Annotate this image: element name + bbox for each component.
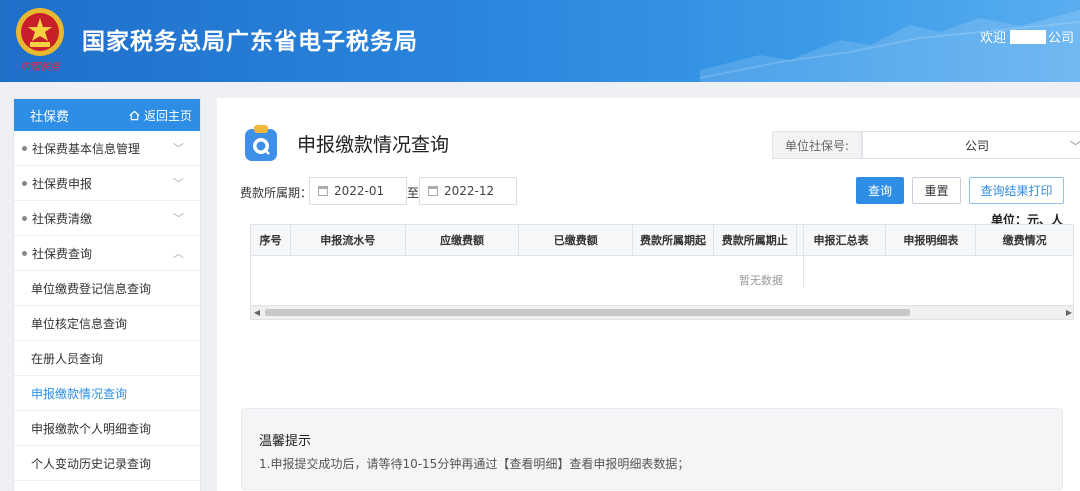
date-from-value: 2022-01 (334, 184, 385, 198)
emblem-caption: 中国税务 (20, 62, 60, 73)
sidebar-subitem[interactable]: 申报缴款个人明细查询 (14, 411, 200, 446)
print-results-button[interactable]: 查询结果打印 (969, 177, 1064, 204)
column-header[interactable]: 费款所属期止 (714, 225, 797, 255)
main-panel: 申报缴款情况查询 单位社保号: 公司 ﹀ 费款所属期： 2022-01 至 20… (217, 98, 1080, 491)
top-header: 中国税务 国家税务总局广东省电子税务局 欢迎 公司 (0, 0, 1080, 82)
sidebar-item-basic-info[interactable]: 社保费基本信息管理 ﹀ (14, 131, 200, 166)
to-label: 至 (407, 186, 420, 200)
sidebar-subitem-active[interactable]: 申报缴款情况查询 (14, 376, 200, 411)
column-header[interactable]: 缴费情况 (976, 225, 1073, 255)
query-page-icon (245, 125, 277, 161)
sidebar-item-label: 社保费清缴 (32, 211, 93, 226)
query-button[interactable]: 查询 (856, 177, 904, 204)
page-title: 申报缴款情况查询 (297, 134, 450, 156)
calendar-icon (428, 186, 438, 196)
column-header[interactable]: 序号 (251, 225, 291, 255)
sidebar-item-label: 社保费查询 (32, 246, 93, 261)
bullet-icon (22, 215, 27, 221)
sidebar-item-label: 社保费基本信息管理 (32, 141, 141, 156)
sidebar-subitem[interactable]: 单位缴费登记信息查询 (14, 271, 200, 306)
sidebar-subitem[interactable]: 单位核定信息查询 (14, 306, 200, 341)
fixed-column-divider (803, 225, 804, 287)
sidebar-item-query[interactable]: 社保费查询 ︿ (14, 236, 200, 271)
horizontal-scrollbar[interactable]: ◀ ▶ (251, 305, 1073, 319)
date-to-value: 2022-12 (444, 184, 495, 198)
sidebar-subitem[interactable]: 在册人员查询 (14, 341, 200, 376)
chevron-down-icon: ﹀ (173, 177, 184, 190)
date-from-input[interactable]: 2022-01 (309, 177, 407, 205)
welcome-company: 公司 (1047, 31, 1074, 46)
date-to-input[interactable]: 2022-12 (419, 177, 517, 205)
welcome-prefix: 欢迎 (979, 31, 1006, 46)
scroll-right-icon[interactable]: ▶ (1063, 306, 1073, 319)
column-header[interactable]: 费款所属期起 (633, 225, 714, 255)
bullet-icon (22, 180, 27, 186)
chevron-down-icon: ﹀ (173, 212, 184, 225)
bullet-icon (22, 250, 27, 256)
sidebar-item-payment[interactable]: 社保费清缴 ﹀ (14, 201, 200, 236)
chevron-up-icon: ︿ (173, 247, 184, 260)
chevron-down-icon: ﹀ (173, 142, 184, 155)
sidebar-header: 社保费 返回主页 (14, 99, 200, 131)
scroll-left-icon[interactable]: ◀ (251, 306, 263, 319)
home-link[interactable]: 返回主页 (129, 107, 192, 124)
calendar-icon (318, 186, 328, 196)
tips-panel: 温馨提示 1.申报提交成功后，请等待10-15分钟再通过【查看明细】查看申报明细… (241, 408, 1063, 490)
unit-select-value: 公司 (964, 138, 989, 153)
home-label: 返回主页 (143, 108, 192, 123)
column-header[interactable]: 申报流水号 (291, 225, 406, 255)
table-body: 暂无数据 (251, 256, 1073, 304)
welcome-user[interactable]: 欢迎 公司 (980, 27, 1074, 46)
reset-button[interactable]: 重置 (912, 177, 961, 204)
unit-number-select[interactable]: 公司 ﹀ (862, 131, 1080, 159)
sidebar-title: 社保费 (30, 109, 70, 125)
scroll-thumb[interactable] (265, 309, 910, 316)
column-header[interactable]: 已缴费额 (519, 225, 634, 255)
tips-text: 1.申报提交成功后，请等待10-15分钟再通过【查看明细】查看申报明细表数据； (259, 457, 690, 471)
table-header: 序号 申报流水号 应缴费额 已缴费额 费款所属期起 费款所属期止 申报汇总表 申… (251, 225, 1073, 256)
unit-number-label: 单位社保号: (772, 131, 862, 159)
bullet-icon (22, 145, 27, 151)
sidebar-item-declare[interactable]: 社保费申报 ﹀ (14, 166, 200, 201)
column-header[interactable]: 应缴费额 (406, 225, 520, 255)
chevron-down-icon: ﹀ (1070, 140, 1080, 153)
sidebar-subitem[interactable]: 个人变动历史记录查询 (14, 446, 200, 481)
column-header[interactable]: 申报汇总表 (797, 225, 887, 255)
sidebar-item-label: 社保费申报 (32, 176, 93, 191)
results-table: 序号 申报流水号 应缴费额 已缴费额 费款所属期起 费款所属期止 申报汇总表 申… (250, 224, 1074, 320)
redacted-name (1009, 29, 1046, 44)
tax-emblem-icon (16, 8, 64, 56)
empty-data-text: 暂无数据 (739, 274, 783, 287)
sidebar: 社保费 返回主页 社保费基本信息管理 ﹀ 社保费申报 ﹀ 社保费清缴 ﹀ 社保费… (13, 98, 201, 491)
tips-title: 温馨提示 (259, 434, 312, 449)
home-icon (129, 110, 140, 120)
site-title: 国家税务总局广东省电子税务局 (82, 29, 418, 55)
column-header[interactable]: 申报明细表 (886, 225, 977, 255)
period-label: 费款所属期： (240, 186, 313, 200)
